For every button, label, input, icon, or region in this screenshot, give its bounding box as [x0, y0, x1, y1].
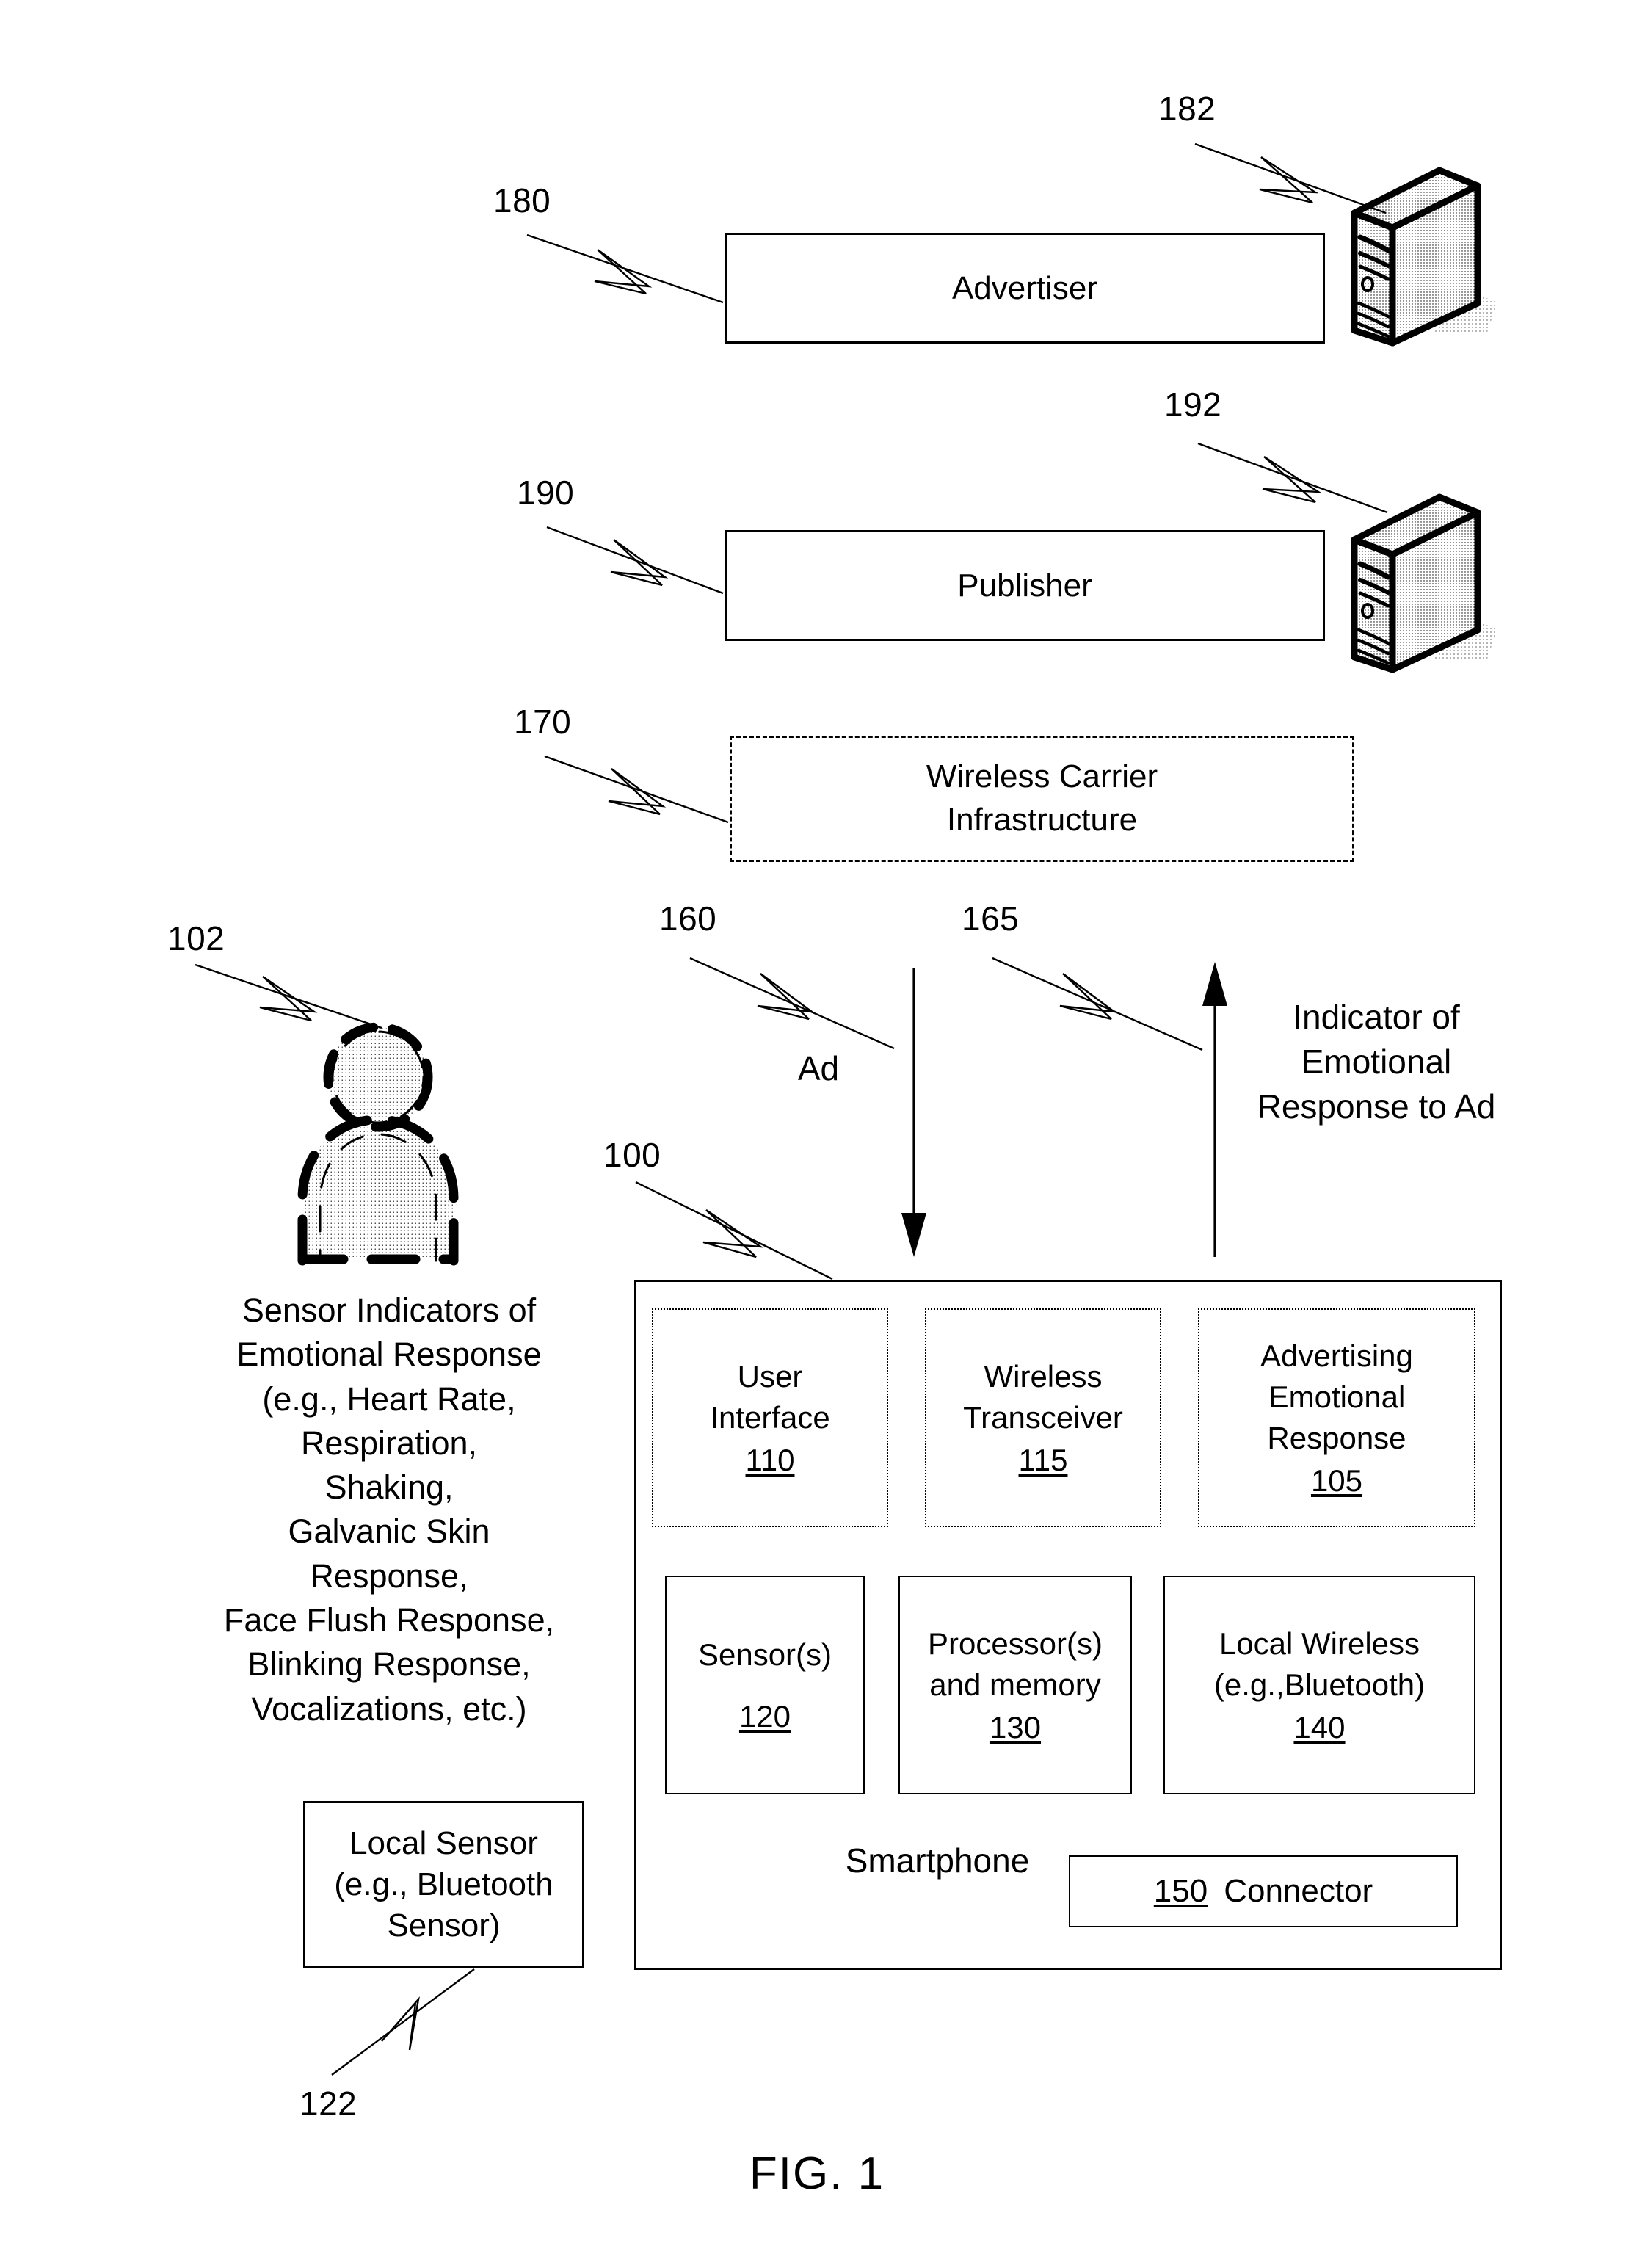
- local-sensor-box: Local Sensor (e.g., Bluetooth Sensor): [303, 1801, 584, 1968]
- connector-ref: 150: [1153, 1873, 1208, 1909]
- module-user-interface-ref: 110: [745, 1442, 795, 1477]
- ref-122: 122: [299, 2084, 357, 2123]
- advertiser-label: Advertiser: [951, 269, 1098, 306]
- ref-180: 180: [493, 181, 551, 220]
- module-local-wireless-label: Local Wireless (e.g.,Bluetooth): [1213, 1626, 1426, 1702]
- person-silhouette-icon: [297, 1022, 459, 1266]
- ref-165: 165: [962, 899, 1020, 938]
- ad-flow-arrow: [901, 968, 926, 1257]
- ref-170: 170: [514, 703, 572, 741]
- ref-100: 100: [603, 1136, 661, 1174]
- module-wireless-transceiver-ref: 115: [1018, 1442, 1068, 1477]
- module-processors-and-memory-label: Processor(s) and memory: [927, 1626, 1103, 1702]
- ref-102: 102: [167, 919, 225, 957]
- publisher-box: Publisher: [725, 530, 1325, 641]
- ad-flow-label: Ad: [797, 1049, 840, 1087]
- server-tower-icon: [1351, 493, 1497, 673]
- connector-label: Connector: [1224, 1873, 1373, 1909]
- module-wireless-transceiver: Wireless Transceiver 115: [925, 1308, 1161, 1527]
- module-advertising-emotional-response-ref: 105: [1310, 1463, 1363, 1498]
- leader-122: [331, 1968, 475, 2076]
- module-local-wireless: Local Wireless (e.g.,Bluetooth) 140: [1163, 1576, 1475, 1794]
- connector-box: 150 Connector: [1069, 1855, 1458, 1927]
- leader-170: [544, 755, 729, 824]
- module-sensors-ref: 120: [738, 1698, 791, 1733]
- ref-192: 192: [1164, 385, 1222, 424]
- module-user-interface: User Interface 110: [652, 1308, 888, 1527]
- wireless-carrier-infrastructure-box: Wireless Carrier Infrastructure: [730, 736, 1354, 862]
- leader-100: [635, 1181, 833, 1280]
- figure-caption: FIG. 1: [749, 2148, 885, 2199]
- server-tower-icon: [1351, 167, 1497, 347]
- module-processors-and-memory-ref: 130: [989, 1709, 1042, 1745]
- leader-190: [546, 526, 724, 595]
- advertiser-box: Advertiser: [725, 233, 1325, 344]
- patent-figure-page: Advertiser Publisher Wireless Carrier In…: [0, 0, 1634, 2268]
- module-wireless-transceiver-label: Wireless Transceiver: [963, 1358, 1123, 1435]
- ref-190: 190: [517, 474, 575, 512]
- leader-165: [992, 957, 1203, 1051]
- module-processors-and-memory: Processor(s) and memory 130: [898, 1576, 1132, 1794]
- module-advertising-emotional-response: Advertising Emotional Response 105: [1198, 1308, 1475, 1527]
- ref-182: 182: [1158, 90, 1216, 128]
- sensor-indicators-text: Sensor Indicators of Emotional Response …: [223, 1291, 555, 1728]
- leader-180: [526, 233, 724, 304]
- ref-160: 160: [659, 899, 717, 938]
- module-local-wireless-ref: 140: [1293, 1709, 1346, 1745]
- leader-160: [689, 957, 895, 1050]
- module-sensors-label: Sensor(s): [697, 1637, 832, 1672]
- module-advertising-emotional-response-label: Advertising Emotional Response: [1260, 1338, 1413, 1455]
- response-flow-label: Indicator of Emotional Response to Ad: [1257, 998, 1496, 1126]
- publisher-label: Publisher: [957, 567, 1092, 604]
- wireless-carrier-label: Wireless Carrier Infrastructure: [926, 758, 1158, 838]
- module-user-interface-label: User Interface: [710, 1358, 830, 1435]
- module-sensors: Sensor(s) 120: [665, 1576, 865, 1794]
- local-sensor-label: Local Sensor (e.g., Bluetooth Sensor): [334, 1825, 553, 1944]
